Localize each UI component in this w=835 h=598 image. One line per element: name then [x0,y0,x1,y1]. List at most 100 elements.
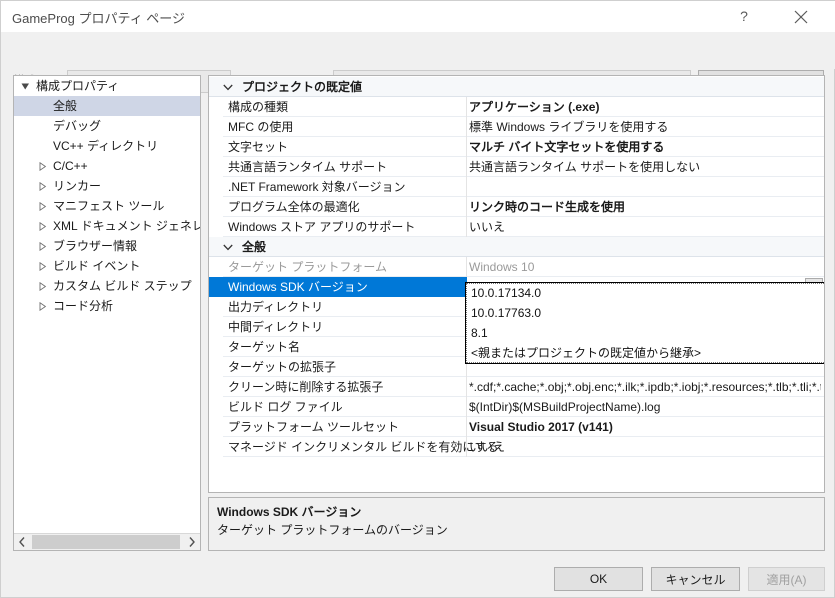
triangle-collapsed-icon[interactable] [38,262,47,271]
dropdown-option[interactable]: 8.1 [466,323,824,343]
grid-row[interactable]: ターゲット プラットフォーム Windows 10 [209,257,824,277]
description-text: ターゲット プラットフォームのバージョン [217,523,448,537]
triangle-collapsed-icon[interactable] [38,222,47,231]
dropdown-option[interactable]: 10.0.17763.0 [466,303,824,323]
dropdown-option[interactable]: <親またはプロジェクトの既定値から継承> [466,343,824,363]
triangle-collapsed-icon[interactable] [38,242,47,251]
property-name: 出力ディレクトリ [228,300,324,314]
tree-item-label: マニフェスト ツール [53,199,165,213]
close-icon [794,10,808,24]
grid-category-row[interactable]: プロジェクトの既定値 [209,77,824,97]
page-title: GameProg プロパティ ページ [12,11,186,26]
close-button[interactable] [778,1,824,32]
scroll-left-button[interactable] [14,534,31,550]
scroll-right-button[interactable] [183,534,200,550]
property-value[interactable]: *.cdf;*.cache;*.obj;*.obj.enc;*.ilk;*.ip… [469,377,821,397]
scroll-thumb[interactable] [32,535,180,549]
column-divider [466,257,467,277]
grid-row[interactable]: ビルド ログ ファイル $(IntDir)$(MSBuildProjectName… [209,397,824,417]
column-divider [466,157,467,177]
property-value[interactable]: リンク時のコード生成を使用 [469,197,821,217]
grid-row[interactable]: .NET Framework 対象バージョン [209,177,824,197]
property-value[interactable]: Windows 10 [469,257,821,277]
question-mark-icon: ? [740,8,748,24]
tree-item[interactable]: 構成プロパティ [14,76,200,96]
property-grid[interactable]: プロジェクトの既定値 構成の種類 アプリケーション (.exe) MFC の使用 標準 … [208,75,825,493]
grid-row[interactable]: Windows ストア アプリのサポート いいえ [209,217,824,237]
tree-item-label: ビルド イベント [53,259,141,273]
tree-item[interactable]: XML ドキュメント ジェネレーター [14,216,200,236]
property-name: ビルド ログ ファイル [228,400,343,414]
help-button[interactable]: ? [721,1,767,32]
chevron-down-icon[interactable] [223,84,233,91]
tree-item[interactable]: カスタム ビルド ステップ [14,276,200,296]
grid-row[interactable]: 構成の種類 アプリケーション (.exe) [209,97,824,117]
property-name: マネージド インクリメンタル ビルドを有効にする [228,440,499,454]
chevron-left-icon [19,537,25,547]
property-name: 全般 [242,240,267,254]
ok-button[interactable]: OK [554,567,643,591]
tree-item-label: ブラウザー情報 [53,239,138,253]
tree-item[interactable]: コード分析 [14,296,200,316]
tree-item[interactable]: 全般 [14,96,200,116]
tree-item[interactable]: ブラウザー情報 [14,236,200,256]
property-value[interactable]: Visual Studio 2017 (v141) [469,417,821,437]
grid-row[interactable]: クリーン時に削除する拡張子 *.cdf;*.cache;*.obj;*.obj.e… [209,377,824,397]
property-name: プログラム全体の最適化 [228,200,360,214]
property-name: プラットフォーム ツールセット [228,420,399,434]
property-value[interactable]: マルチ バイト文字セットを使用する [469,137,821,157]
tree-item[interactable]: VC++ ディレクトリ [14,136,200,156]
tree-item-label: C/C++ [53,159,88,173]
grid-row[interactable]: プログラム全体の最適化 リンク時のコード生成を使用 [209,197,824,217]
property-name: MFC の使用 [228,120,294,134]
property-value[interactable]: いいえ [469,437,821,457]
triangle-collapsed-icon[interactable] [38,282,47,291]
property-name: Windows SDK バージョン [228,280,368,294]
column-divider [466,197,467,217]
triangle-collapsed-icon[interactable] [38,202,47,211]
triangle-expanded-icon[interactable] [21,82,30,91]
sdk-version-dropdown-list[interactable]: 10.0.17134.0 10.0.17763.0 8.1 <親またはプロジェクトの既… [465,282,824,364]
dropdown-option[interactable]: 10.0.17134.0 [466,283,824,303]
property-name: 文字セット [228,140,289,154]
property-name: ターゲット名 [228,340,301,354]
tree-item-label: 全般 [53,99,78,113]
cancel-button[interactable]: キャンセル [651,567,740,591]
grid-row[interactable]: 文字セット マルチ バイト文字セットを使用する [209,137,824,157]
column-divider [466,177,467,197]
triangle-collapsed-icon[interactable] [38,162,47,171]
property-tree[interactable]: 構成プロパティ全般デバッグ VC++ ディレクトリ C/C++ リンカーマニフェスト … [14,76,200,531]
tree-item[interactable]: デバッグ [14,116,200,136]
tree-item-label: デバッグ [53,119,102,133]
column-divider [466,97,467,117]
property-name: .NET Framework 対象バージョン [228,180,406,194]
triangle-collapsed-icon[interactable] [38,182,47,191]
property-name: クリーン時に削除する拡張子 [228,380,384,394]
property-value[interactable]: いいえ [469,217,821,237]
apply-button: 適用(A) [748,567,825,591]
column-divider [466,117,467,137]
grid-category-row[interactable]: 全般 [209,237,824,257]
property-value[interactable]: 標準 Windows ライブラリを使用する [469,117,821,137]
property-value[interactable]: $(IntDir)$(MSBuildProjectName).log [469,397,821,417]
tree-horizontal-scrollbar[interactable] [14,533,200,550]
chevron-down-icon[interactable] [223,244,233,251]
grid-row[interactable]: マネージド インクリメンタル ビルドを有効にする いいえ [209,437,824,457]
grid-row[interactable]: プラットフォーム ツールセット Visual Studio 2017 (v141) [209,417,824,437]
property-name: Windows ストア アプリのサポート [228,220,416,234]
property-value[interactable]: アプリケーション (.exe) [469,97,821,117]
title-bar: GameProg プロパティ ページ ? [1,1,835,32]
column-divider [466,137,467,157]
tree-item[interactable]: ビルド イベント [14,256,200,276]
property-name: ターゲットの拡張子 [228,360,337,374]
tree-item[interactable]: C/C++ [14,156,200,176]
grid-row[interactable]: MFC の使用 標準 Windows ライブラリを使用する [209,117,824,137]
property-value[interactable]: 共通言語ランタイム サポートを使用しない [469,157,821,177]
grid-row[interactable]: 共通言語ランタイム サポート 共通言語ランタイム サポートを使用しない [209,157,824,177]
tree-item[interactable]: リンカー [14,176,200,196]
tree-item[interactable]: マニフェスト ツール [14,196,200,216]
property-pages-dialog: GameProg プロパティ ページ ? 構成(C): Release プラット… [0,0,835,598]
column-divider [466,397,467,417]
triangle-collapsed-icon[interactable] [38,302,47,311]
property-value[interactable] [469,177,821,197]
